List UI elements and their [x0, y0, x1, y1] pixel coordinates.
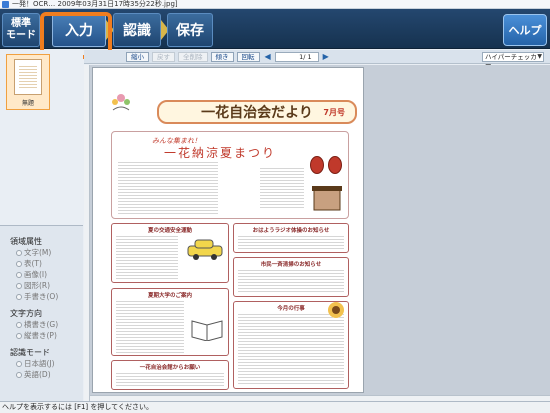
box-text: [238, 314, 344, 386]
checker-select[interactable]: ハイパーチェッカー ▼: [482, 52, 544, 69]
cleanup-box: 市民一斉清掃のお知らせ: [233, 257, 349, 297]
radio-icon: [16, 293, 22, 300]
region-attr-title: 領域属性: [10, 237, 42, 246]
box-text: [116, 301, 184, 353]
radio-exercise-box: おはようラジオ体操のお知らせ: [233, 223, 349, 253]
car-icon: [187, 239, 223, 260]
box-title: 夏の交通安全運動: [147, 228, 192, 234]
radio-icon: [16, 249, 22, 256]
title-bar: 一発！OCR… 2009年03月31日17時35分22秒.jpg]: [0, 0, 550, 9]
recognize-step-button[interactable]: 認識: [113, 13, 161, 47]
window-title: 一発！OCR… 2009年03月31日17時35分22秒.jpg]: [12, 0, 178, 8]
flower-logo-icon: [112, 94, 130, 111]
option-label: 縦書き(P): [24, 331, 57, 340]
document-canvas[interactable]: 一花自治会だより 7月号 みんな集まれ！ 一花納涼夏まつり 夏の交通安全運動 お…: [84, 65, 550, 401]
festival-section: みんな集まれ！ 一花納涼夏まつり: [111, 131, 349, 219]
box-text: [238, 270, 344, 294]
chevron-down-icon: ▼: [537, 53, 542, 60]
hall-request-box: 一花自治会館からお願い: [111, 360, 229, 390]
radio-icon: [16, 260, 22, 267]
box-title: 夏期大学のご案内: [147, 293, 192, 299]
box-text: [116, 373, 224, 388]
radio-icon: [16, 282, 22, 289]
help-button[interactable]: ヘルプ: [503, 14, 547, 46]
radio-region-figure[interactable]: 図形(R): [10, 280, 83, 291]
radio-icon: [16, 371, 22, 378]
box-title: 一花自治会館からお願い: [139, 365, 201, 371]
festival-text: [118, 162, 218, 214]
page-thumbnail[interactable]: 無題: [6, 54, 50, 110]
radio-english[interactable]: 英語(D): [10, 369, 83, 380]
box-text: [116, 236, 178, 280]
lantern-icon: [310, 156, 324, 174]
next-page-icon[interactable]: ▶: [323, 52, 329, 61]
mode-button[interactable]: 標準 モード: [2, 13, 40, 47]
recog-mode-title: 認識モード: [10, 348, 50, 357]
radio-icon: [16, 360, 22, 367]
book-icon: [191, 320, 223, 341]
option-label: 英語(D): [24, 370, 51, 379]
option-label: 画像(I): [24, 270, 48, 279]
newsletter-title-box: 一花自治会だより 7月号: [157, 100, 357, 124]
summer-college-box: 夏期大学のご案内: [111, 288, 229, 356]
direction-title: 文字方向: [10, 309, 42, 318]
radio-japanese[interactable]: 日本語(J): [10, 358, 83, 369]
left-panel: 無題 領域属性 文字(M) 表(T) 画像(I) 図形(R) 手書き(O) 文字…: [0, 50, 83, 401]
input-step-button[interactable]: 入力: [52, 13, 106, 47]
scanned-page[interactable]: 一花自治会だより 7月号 みんな集まれ！ 一花納涼夏まつり 夏の交通安全運動 お…: [92, 67, 364, 393]
vertical-ruler: [84, 65, 90, 401]
view-toolbar: 縮小 戻す 全削除 傾き 回転 ◀ 1/ 1 ▶ ハイパーチェッカー ▼: [84, 50, 550, 69]
ocr-app-window: 一発！OCR… 2009年03月31日17時35分22秒.jpg] 標準 モード…: [0, 0, 550, 413]
radio-region-handwriting[interactable]: 手書き(O): [10, 291, 83, 302]
shrink-button[interactable]: 縮小: [126, 51, 149, 62]
option-label: 文字(M): [24, 248, 52, 257]
option-label: 手書き(O): [24, 292, 59, 301]
option-label: 日本語(J): [24, 359, 55, 368]
option-label: 横書き(G): [24, 320, 59, 329]
festival-title: 一花納涼夏まつり: [164, 146, 277, 160]
delete-all-button[interactable]: 全削除: [178, 51, 208, 62]
sunflower-icon: [328, 302, 344, 318]
prev-page-icon[interactable]: ◀: [265, 52, 271, 61]
page-indicator: 1/ 1: [274, 51, 319, 62]
radio-vertical[interactable]: 縦書き(P): [10, 330, 83, 341]
thumbnail-page-icon: [14, 59, 42, 95]
lantern-icon: [328, 156, 342, 174]
yatai-stall-icon: [312, 186, 342, 211]
radio-horizontal[interactable]: 横書き(G): [10, 319, 83, 330]
undo-button[interactable]: 戻す: [152, 51, 175, 62]
radio-region-text[interactable]: 文字(M): [10, 247, 83, 258]
radio-icon: [16, 271, 22, 278]
save-step-button[interactable]: 保存: [167, 13, 213, 47]
radio-icon: [16, 321, 22, 328]
traffic-safety-box: 夏の交通安全運動: [111, 223, 229, 283]
status-bar: ヘルプを表示するには [F1] を押してください。: [0, 401, 550, 413]
option-label: 表(T): [24, 259, 42, 268]
radio-icon: [16, 332, 22, 339]
main-toolbar: 標準 モード 入力 認識 保存 ヘルプ: [0, 9, 550, 49]
newsletter-month: 7月号: [323, 107, 345, 117]
deskew-button[interactable]: 傾き: [210, 51, 234, 62]
newsletter-header: 一花自治会だより 7月号: [107, 90, 363, 124]
rotate-button[interactable]: 回転: [236, 51, 260, 62]
properties-panel: 領域属性 文字(M) 表(T) 画像(I) 図形(R) 手書き(O) 文字方向 …: [0, 225, 83, 401]
option-label: 図形(R): [24, 281, 51, 290]
radio-region-table[interactable]: 表(T): [10, 258, 83, 269]
box-text: [238, 236, 344, 251]
box-title: おはようラジオ体操のお知らせ: [252, 228, 330, 234]
radio-region-image[interactable]: 画像(I): [10, 269, 83, 280]
festival-menu-text: [260, 168, 304, 208]
thumbnail-label: 無題: [21, 100, 34, 107]
thumbnail-list: 無題: [0, 50, 83, 225]
monthly-events-box: 今月の行事: [233, 301, 349, 389]
box-title: 市民一斉清掃のお知らせ: [260, 262, 322, 268]
app-icon: [2, 0, 9, 8]
newsletter-title: 一花自治会だより: [201, 105, 313, 121]
